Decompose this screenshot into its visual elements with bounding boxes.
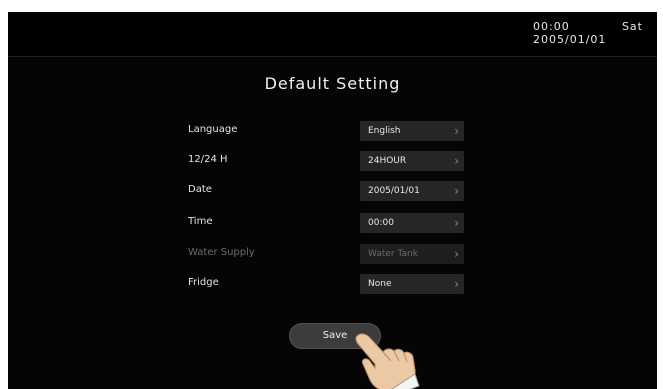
status-bar: 00:00 Sat 2005/01/01 <box>8 12 657 57</box>
setting-row-water-supply: Water Supply Water Tank › <box>8 244 657 264</box>
fridge-selector[interactable]: None › <box>360 274 464 294</box>
setting-label-language: Language <box>188 124 238 135</box>
language-value: English <box>368 126 401 136</box>
time-value: 00:00 <box>368 218 394 228</box>
chevron-right-icon: › <box>454 154 459 168</box>
pointing-hand-icon <box>355 333 420 389</box>
water-supply-value: Water Tank <box>368 249 418 259</box>
setting-label-time: Time <box>188 216 213 227</box>
language-selector[interactable]: English › <box>360 121 464 141</box>
hour-format-selector[interactable]: 24HOUR › <box>360 151 464 171</box>
chevron-right-icon: › <box>454 277 459 291</box>
chevron-right-icon: › <box>454 124 459 138</box>
time-selector[interactable]: 00:00 › <box>360 213 464 233</box>
hour-format-value: 24HOUR <box>368 156 407 166</box>
clock-weekday: Sat <box>621 20 643 33</box>
setting-row-fridge: Fridge None › <box>8 274 657 294</box>
device-screen: 00:00 Sat 2005/01/01 Default Setting Lan… <box>8 12 657 389</box>
fridge-value: None <box>368 279 392 289</box>
setting-label-water-supply: Water Supply <box>188 247 255 258</box>
setting-row-hour-format: 12/24 H 24HOUR › <box>8 151 657 171</box>
chevron-right-icon: › <box>454 184 459 198</box>
setting-label-hour-format: 12/24 H <box>188 154 228 165</box>
setting-label-fridge: Fridge <box>188 277 219 288</box>
setting-row-time: Time 00:00 › <box>8 213 657 233</box>
clock: 00:00 Sat 2005/01/01 <box>533 20 643 46</box>
clock-date: 2005/01/01 <box>533 33 607 46</box>
setting-row-date: Date 2005/01/01 › <box>8 181 657 201</box>
chevron-right-icon: › <box>454 247 459 261</box>
setting-label-date: Date <box>188 184 212 195</box>
clock-time: 00:00 <box>533 20 570 33</box>
chevron-right-icon: › <box>454 216 459 230</box>
water-supply-selector: Water Tank › <box>360 244 464 264</box>
page-title: Default Setting <box>264 74 401 93</box>
date-value: 2005/01/01 <box>368 186 420 196</box>
setting-row-language: Language English › <box>8 121 657 141</box>
date-selector[interactable]: 2005/01/01 › <box>360 181 464 201</box>
